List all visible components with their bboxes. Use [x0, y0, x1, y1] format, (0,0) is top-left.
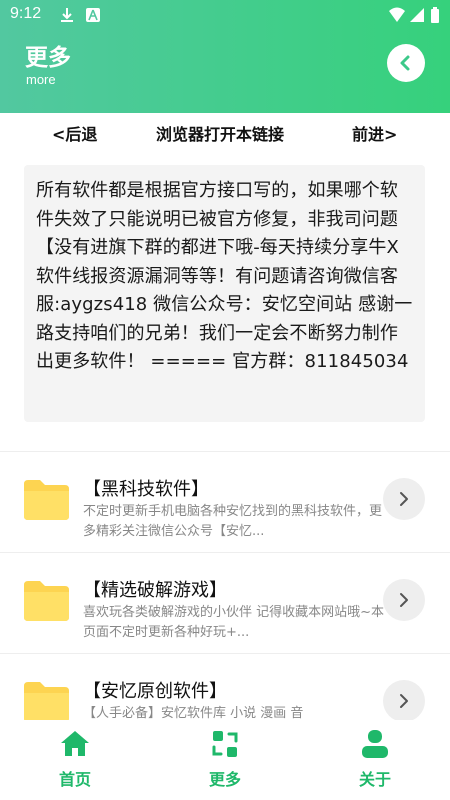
- tab-home-label: 首页: [58, 770, 91, 789]
- back-button[interactable]: [387, 44, 425, 82]
- chevron-right-icon: [400, 593, 408, 607]
- list-item-desc: 不定时更新手机电脑各种安忆找到的黑科技软件，更多精彩关注微信公众号【安忆...: [83, 504, 383, 539]
- nav-back-link[interactable]: <后退: [52, 121, 97, 145]
- notice-text: 所有软件都是根据官方接口写的，如果哪个软件失效了只能说明已被官方修复，非我司问题…: [36, 180, 413, 372]
- list-item-title: 【安忆原创软件】: [83, 681, 227, 702]
- list-item[interactable]: 【安忆原创软件】 【人手必备】安忆软件库 小说 漫画 音: [0, 654, 450, 720]
- list-item-desc: 喜欢玩各类破解游戏的小伙伴 记得收藏本网站哦~本页面不定时更新各种好玩+...: [83, 605, 385, 640]
- chevron-right-icon: [400, 492, 408, 506]
- folder-icon: [24, 480, 69, 520]
- folder-icon: [24, 682, 69, 720]
- list-item-desc: 【人手必备】安忆软件库 小说 漫画 音: [83, 706, 304, 720]
- list-item-arrow[interactable]: [383, 478, 425, 520]
- chevron-right-icon: [400, 694, 408, 708]
- nav-forward-link[interactable]: 前进>: [352, 121, 397, 145]
- notice-box: 所有软件都是根据官方接口写的，如果哪个软件失效了只能说明已被官方修复，非我司问题…: [24, 165, 425, 422]
- app-notification-icon: [86, 8, 100, 22]
- list-item-title: 【精选破解游戏】: [83, 580, 227, 601]
- list-item[interactable]: 【精选破解游戏】 喜欢玩各类破解游戏的小伙伴 记得收藏本网站哦~本页面不定时更新…: [0, 553, 450, 653]
- user-icon: [362, 730, 388, 758]
- download-icon: [61, 8, 73, 22]
- bottom-tab-bar: 首页 更多 关于: [0, 720, 450, 800]
- browser-nav: <后退 浏览器打开本链接 前进>: [0, 113, 450, 153]
- list-item-arrow[interactable]: [383, 579, 425, 621]
- list-item-arrow[interactable]: [383, 680, 425, 720]
- tab-more[interactable]: 更多: [150, 720, 300, 800]
- battery-icon: [431, 7, 439, 23]
- tab-home[interactable]: 首页: [0, 720, 150, 800]
- page-title: 更多: [25, 45, 71, 71]
- tab-more-label: 更多: [208, 770, 241, 789]
- status-bar: 9:12: [0, 0, 450, 30]
- chevron-left-icon: [400, 55, 410, 71]
- home-icon: [61, 731, 89, 756]
- status-time: 9:12: [10, 5, 42, 22]
- list-item[interactable]: 【黑科技软件】 不定时更新手机电脑各种安忆找到的黑科技软件，更多精彩关注微信公众…: [0, 452, 450, 552]
- signal-icon: [410, 8, 424, 22]
- more-icon: [212, 731, 238, 757]
- list-item-title: 【黑科技软件】: [83, 479, 209, 500]
- tab-about-label: 关于: [358, 770, 391, 789]
- header: 9:12 更多 more: [0, 0, 450, 113]
- folder-icon: [24, 581, 69, 621]
- tab-about[interactable]: 关于: [300, 720, 450, 800]
- wifi-icon: [389, 7, 405, 22]
- open-in-browser-link[interactable]: 浏览器打开本链接: [156, 121, 284, 145]
- page-subtitle: more: [26, 72, 56, 87]
